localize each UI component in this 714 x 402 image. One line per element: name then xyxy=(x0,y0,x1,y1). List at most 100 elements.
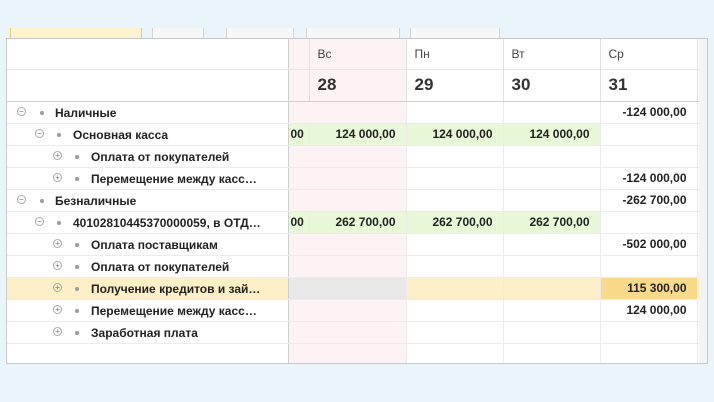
cell[interactable]: -502 000,00 xyxy=(600,233,698,256)
table-row-selected[interactable]: + Получение кредитов и зай… 115 300,00 xyxy=(7,277,707,300)
cell[interactable]: 262 700,00 xyxy=(503,211,601,234)
table-row[interactable]: + Оплата от покупателей xyxy=(7,255,707,278)
cell[interactable]: 00 xyxy=(288,211,310,234)
cell[interactable] xyxy=(406,255,504,278)
cell[interactable] xyxy=(503,145,601,168)
cell[interactable] xyxy=(309,255,407,278)
cell[interactable] xyxy=(309,145,407,168)
table-row[interactable]: − Основная касса 00 124 000,00 124 000,0… xyxy=(7,123,707,146)
expand-icon[interactable]: + xyxy=(53,238,62,248)
cell[interactable] xyxy=(503,101,601,124)
cell[interactable] xyxy=(288,255,309,278)
bullet-icon xyxy=(75,154,79,159)
cell[interactable] xyxy=(503,189,601,212)
expand-icon[interactable]: + xyxy=(53,282,62,292)
cell[interactable] xyxy=(503,255,601,278)
header-day[interactable]: 28 xyxy=(309,69,407,102)
table-row[interactable]: + Перемещение между касс… 124 000,00 xyxy=(7,299,707,322)
header-day[interactable]: 30 xyxy=(503,69,601,102)
row-label: Основная касса xyxy=(73,127,169,142)
cell[interactable] xyxy=(309,299,407,322)
cell[interactable]: 124 000,00 xyxy=(600,299,698,322)
row-label: Получение кредитов и зай… xyxy=(91,281,261,296)
table-row[interactable]: − Наличные -124 000,00 xyxy=(7,101,707,124)
header-partial-col xyxy=(288,39,310,70)
cell[interactable]: -262 700,00 xyxy=(600,189,698,212)
cell[interactable] xyxy=(406,321,504,344)
cell[interactable]: 124 000,00 xyxy=(503,123,601,146)
header-weekday-row: Вс Пн Вт Ср Ч xyxy=(7,39,707,70)
cell[interactable] xyxy=(503,299,601,322)
cell[interactable] xyxy=(406,101,504,124)
header-partial-col xyxy=(288,69,310,102)
header-weekday[interactable]: Вс xyxy=(309,39,407,70)
cell[interactable] xyxy=(600,145,698,168)
cell[interactable] xyxy=(503,233,601,256)
collapse-icon[interactable]: − xyxy=(35,128,44,138)
cell-selected[interactable]: 115 300,00 xyxy=(600,277,698,300)
cell[interactable]: 124 000,00 xyxy=(406,123,504,146)
cell[interactable] xyxy=(309,101,407,124)
empty-cell xyxy=(309,343,407,363)
cell[interactable]: -124 000,00 xyxy=(600,167,698,190)
table-row[interactable]: − Безналичные -262 700,00 xyxy=(7,189,707,212)
table-row[interactable]: + Заработная плата xyxy=(7,321,707,344)
cell[interactable]: 262 700,00 xyxy=(309,211,407,234)
row-label: Безналичные xyxy=(55,193,137,208)
cell[interactable]: 124 000,00 xyxy=(309,123,407,146)
cell[interactable] xyxy=(406,145,504,168)
collapse-icon[interactable]: − xyxy=(35,216,44,226)
header-day[interactable]: 29 xyxy=(406,69,504,102)
expand-icon[interactable]: + xyxy=(53,304,62,314)
report-grid: Вс Пн Вт Ср Ч 28 29 30 31 0 − Наличные xyxy=(6,38,708,364)
table-row[interactable]: − 40102810445370000059, в ОТД… 00 262 70… xyxy=(7,211,707,234)
cell[interactable] xyxy=(600,255,698,278)
vertical-scrollbar[interactable] xyxy=(699,39,707,363)
cell[interactable]: 00 xyxy=(288,123,310,146)
header-weekday[interactable]: Вт xyxy=(503,39,601,70)
row-label: Заработная плата xyxy=(91,325,198,340)
cell[interactable] xyxy=(503,277,601,300)
cell[interactable] xyxy=(288,189,309,212)
cell[interactable] xyxy=(288,299,309,322)
cell[interactable] xyxy=(288,167,309,190)
cell[interactable] xyxy=(309,167,407,190)
cell[interactable] xyxy=(288,101,309,124)
header-day[interactable]: 31 xyxy=(600,69,698,102)
cell[interactable] xyxy=(503,321,601,344)
cell[interactable] xyxy=(406,189,504,212)
cell[interactable] xyxy=(406,233,504,256)
collapse-icon[interactable]: − xyxy=(17,194,26,204)
header-weekday[interactable]: Пн xyxy=(406,39,504,70)
expand-icon[interactable]: + xyxy=(53,326,62,336)
row-label-cell: − Наличные xyxy=(7,101,289,124)
cell[interactable] xyxy=(600,321,698,344)
cell[interactable] xyxy=(600,211,698,234)
expand-icon[interactable]: + xyxy=(53,260,62,270)
cell[interactable] xyxy=(288,277,309,300)
row-label: Перемещение между касс… xyxy=(91,171,257,186)
cell[interactable] xyxy=(503,167,601,190)
expand-icon[interactable]: + xyxy=(53,150,62,160)
cell[interactable] xyxy=(288,233,309,256)
row-label: Наличные xyxy=(55,105,117,120)
cell[interactable] xyxy=(600,123,698,146)
expand-icon[interactable]: + xyxy=(53,172,62,182)
table-row[interactable]: + Перемещение между касс… -124 000,00 xyxy=(7,167,707,190)
table-row[interactable]: + Оплата от покупателей xyxy=(7,145,707,168)
cell[interactable] xyxy=(309,321,407,344)
bullet-icon xyxy=(75,242,79,247)
cell[interactable] xyxy=(288,321,309,344)
cell[interactable] xyxy=(309,189,407,212)
collapse-icon[interactable]: − xyxy=(17,106,26,116)
cell[interactable] xyxy=(406,167,504,190)
cell[interactable]: -124 000,00 xyxy=(600,101,698,124)
cell[interactable] xyxy=(309,233,407,256)
header-weekday[interactable]: Ср xyxy=(600,39,698,70)
cell[interactable] xyxy=(406,299,504,322)
cell[interactable] xyxy=(309,277,407,300)
cell[interactable] xyxy=(406,277,504,300)
table-row[interactable]: + Оплата поставщикам -502 000,00 xyxy=(7,233,707,256)
cell[interactable] xyxy=(288,145,309,168)
cell[interactable]: 262 700,00 xyxy=(406,211,504,234)
